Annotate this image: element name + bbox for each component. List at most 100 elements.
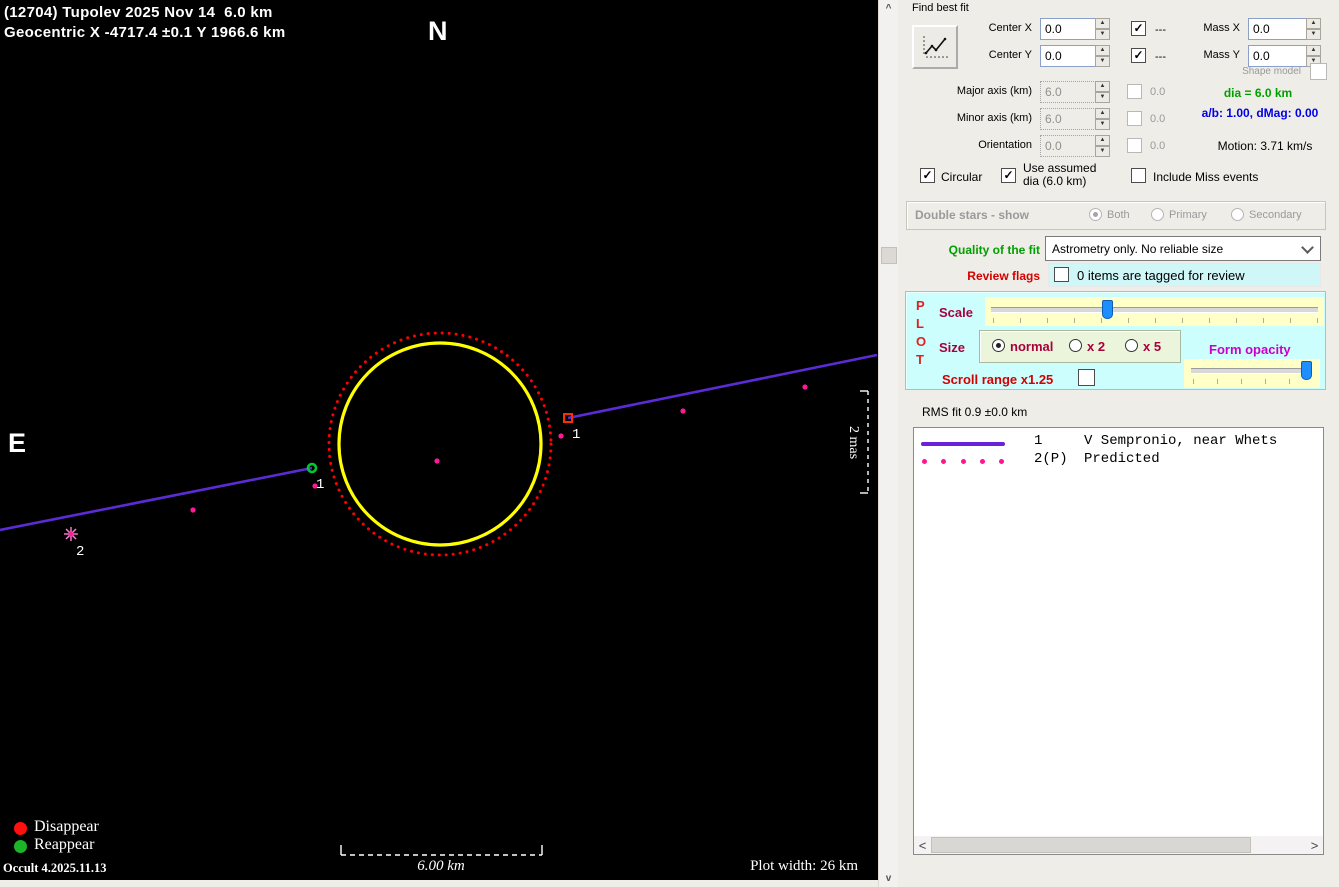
center-x-spinner[interactable]: ▲▼ (1095, 18, 1110, 40)
size-group-label: Size (939, 340, 965, 355)
shape-model-checkbox (1310, 63, 1327, 80)
occult-app-window: 1 1 2 (12704) Tupolev 2025 Nov 14 6.0 km G… (0, 0, 1339, 887)
scale-slider-label: Scale (939, 305, 973, 320)
predicted-dot (190, 507, 195, 512)
quality-of-fit-value: Astrometry only. No reliable size (1052, 242, 1223, 256)
double-stars-secondary-label: Secondary (1249, 209, 1302, 221)
reappear-legend-icon (14, 840, 27, 853)
occultation-plot-svg: 1 1 2 (0, 0, 878, 880)
chord-line-1[interactable] (568, 355, 877, 418)
predicted-dot-swatch (999, 459, 1004, 464)
center-x-checkbox[interactable] (1131, 21, 1146, 36)
reappear-legend-label: Reappear (34, 836, 94, 854)
center-y-label: Center Y (938, 49, 1032, 61)
scale-slider-thumb[interactable] (1102, 300, 1113, 319)
vertical-scrollbar-thumb[interactable] (881, 247, 897, 264)
center-x-label: Center X (938, 22, 1032, 34)
include-miss-checkbox[interactable] (1131, 168, 1146, 183)
review-flags-field: 0 items are tagged for review (1048, 263, 1321, 287)
list-scrollbar-thumb[interactable] (931, 837, 1251, 853)
minor-axis-input: 6.0 (1040, 108, 1096, 130)
scroll-up-button[interactable]: ^ (879, 0, 898, 17)
form-opacity-label: Form opacity (1209, 342, 1291, 357)
chord-list-box[interactable]: 1 V Sempronio, near Whets 2(P) Predicted… (913, 427, 1324, 855)
scale-slider[interactable] (985, 297, 1324, 326)
predicted-dot (802, 384, 807, 389)
major-axis-input: 6.0 (1040, 81, 1096, 103)
size-x5-label: x 5 (1143, 339, 1161, 354)
major-axis-sigma: 0.0 (1150, 86, 1165, 98)
scroll-down-button[interactable]: v (879, 870, 898, 887)
center-y-input[interactable]: 0.0 (1040, 45, 1096, 67)
circular-label: Circular (941, 170, 982, 184)
plot-geocentric-line: Geocentric X -4717.4 ±0.1 Y 1966.6 km (4, 24, 285, 41)
review-flags-checkbox[interactable] (1054, 267, 1069, 282)
center-y-checkbox[interactable] (1131, 48, 1146, 63)
circular-checkbox[interactable] (920, 168, 935, 183)
plot-width-label: Plot width: 26 km (708, 858, 858, 875)
minor-axis-spinner: ▲▼ (1095, 108, 1110, 130)
chord-2-number: 2(P) (1034, 451, 1068, 467)
center-y-spinner[interactable]: ▲▼ (1095, 45, 1110, 67)
occultation-plot-area[interactable]: 1 1 2 (12704) Tupolev 2025 Nov 14 6.0 km G… (0, 0, 878, 880)
plot-letter-o: O (916, 334, 926, 349)
scale-bar-label: 6.00 km (391, 858, 491, 875)
use-assumed-dia-label: Use assumed dia (6.0 km) (1023, 162, 1096, 188)
chord-line-1[interactable] (0, 468, 312, 530)
app-version-label: Occult 4.2025.11.13 (3, 861, 106, 876)
quality-of-fit-label: Quality of the fit (908, 243, 1040, 257)
plot-letter-l: L (916, 316, 924, 331)
rms-fit-label: RMS fit 0.9 ±0.0 km (922, 405, 1027, 419)
minor-axis-checkbox (1127, 111, 1142, 126)
uncertainty-dotted-circle (329, 333, 551, 555)
site2-star-center (69, 532, 73, 536)
scale-slider-groove (991, 307, 1318, 313)
chord-2-name: Predicted (1084, 451, 1160, 467)
disappear-legend-label: Disappear (34, 818, 99, 836)
size-normal-radio[interactable] (992, 339, 1005, 352)
size-x2-radio[interactable] (1069, 339, 1082, 352)
list-scroll-right-button[interactable]: > (1306, 836, 1323, 854)
fit-control-panel: Find best fit Center X 0.0 ▲▼ --- Mass X… (898, 0, 1339, 887)
form-opacity-slider[interactable] (1184, 359, 1320, 388)
shape-model-label: Shape model (1233, 66, 1301, 77)
center-x-dash: --- (1155, 24, 1166, 36)
motion-readout: Motion: 3.71 km/s (1204, 139, 1326, 153)
form-opacity-groove (1191, 368, 1311, 374)
disappear-marker-label: 1 (572, 427, 580, 443)
east-label: E (8, 428, 26, 459)
center-x-input[interactable]: 0.0 (1040, 18, 1096, 40)
predicted-dot-swatch (980, 459, 985, 464)
size-x2-label: x 2 (1087, 339, 1105, 354)
quality-of-fit-dropdown[interactable]: Astrometry only. No reliable size (1045, 236, 1321, 261)
list-scroll-left-button[interactable]: < (914, 836, 931, 854)
plot-controls-box: P L O T Scale Size normal x 2 x 5 Form o… (905, 291, 1326, 390)
double-stars-both-radio (1089, 208, 1102, 221)
double-stars-group: Double stars - show Both Primary Seconda… (906, 201, 1326, 230)
form-opacity-thumb[interactable] (1301, 361, 1312, 380)
minor-axis-sigma: 0.0 (1150, 113, 1165, 125)
chord-line-swatch (921, 442, 1005, 446)
site2-marker-label: 2 (76, 544, 84, 560)
plot-letter-p: P (916, 298, 925, 313)
plot-vertical-scrollbar[interactable]: ^ v (878, 0, 898, 887)
mass-x-input[interactable]: 0.0 (1248, 18, 1307, 40)
size-x5-radio[interactable] (1125, 339, 1138, 352)
use-assumed-line1: Use assumed (1023, 161, 1096, 175)
use-assumed-dia-checkbox[interactable] (1001, 168, 1016, 183)
mass-x-label: Mass X (1180, 22, 1240, 34)
double-stars-both-label: Both (1107, 209, 1130, 221)
mass-x-spinner[interactable]: ▲▼ (1306, 18, 1321, 40)
mass-y-input[interactable]: 0.0 (1248, 45, 1307, 67)
scroll-range-checkbox[interactable] (1078, 369, 1095, 386)
include-miss-label: Include Miss events (1153, 170, 1258, 184)
list-horizontal-scrollbar[interactable]: < > (914, 836, 1323, 854)
dropdown-chevron-icon (1301, 241, 1314, 254)
mass-y-label: Mass Y (1180, 49, 1240, 61)
major-axis-label: Major axis (km) (918, 85, 1032, 97)
reappear-marker-label: 1 (316, 477, 324, 493)
plot-title: (12704) Tupolev 2025 Nov 14 6.0 km (4, 4, 273, 21)
double-stars-primary-label: Primary (1169, 209, 1207, 221)
major-axis-checkbox (1127, 84, 1142, 99)
predicted-dot (558, 433, 563, 438)
